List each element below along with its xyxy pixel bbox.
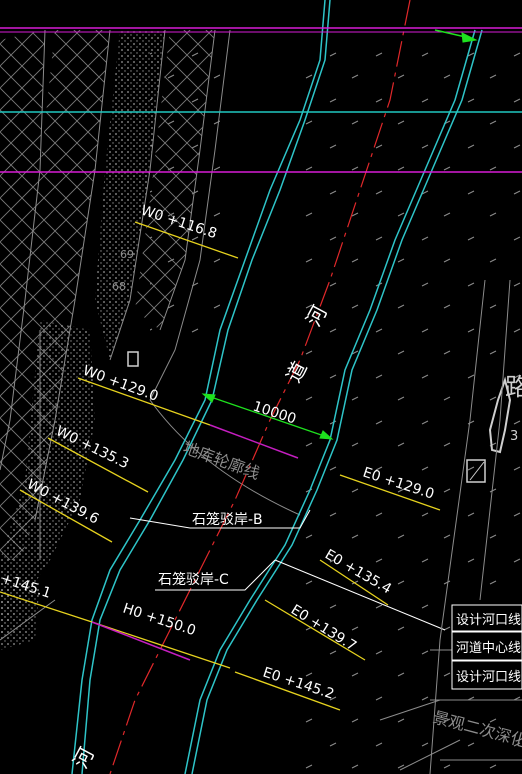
dimension-value: 10000 [251, 399, 298, 428]
gabion-c-label: 石笼驳岸-C [158, 571, 229, 588]
station-label-h: H0 +150.0 [121, 601, 198, 640]
legend-item: 河道中心线 [456, 641, 521, 656]
cad-drawing-canvas: 69 68 10000 河 道 河 地库轮廓线 石笼驳岸-B 石笼驳岸-C W0… [0, 0, 522, 774]
contour-label: 68 [112, 280, 126, 293]
road-number: 3 [510, 429, 518, 444]
legend-item: 设计河口线 [456, 613, 521, 628]
road-label: 路 [505, 373, 522, 401]
basement-outline-label: 地库轮廓线 [181, 438, 263, 483]
contour-label: 69 [120, 248, 134, 261]
legend-item: 设计河口线 [456, 670, 521, 685]
gabion-b-label: 石笼驳岸-B [192, 511, 263, 528]
